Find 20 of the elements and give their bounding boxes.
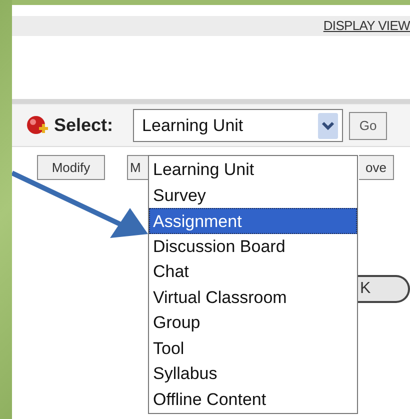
dropdown-option[interactable]: Tool bbox=[149, 336, 357, 361]
dropdown-caret-icon bbox=[318, 112, 338, 138]
select-label: Select: bbox=[54, 114, 114, 137]
dropdown-option[interactable]: Discussion Board bbox=[149, 234, 357, 259]
dropdown-option[interactable]: Survey bbox=[149, 182, 357, 208]
add-icon bbox=[26, 114, 50, 136]
go-button[interactable]: Go bbox=[349, 112, 388, 140]
modify-button[interactable]: Modify bbox=[37, 155, 105, 180]
dropdown-option[interactable]: Learning Unit bbox=[149, 157, 357, 182]
dropdown-option[interactable]: Offline Content bbox=[149, 386, 357, 412]
rounded-button[interactable]: K bbox=[358, 275, 410, 303]
dropdown-option[interactable]: Chat bbox=[149, 259, 357, 284]
type-select[interactable]: Learning Unit bbox=[133, 109, 344, 142]
dropdown-option[interactable]: Group bbox=[149, 310, 357, 336]
remove-button[interactable]: ove bbox=[359, 155, 394, 180]
dropdown-option[interactable]: Virtual Classroom bbox=[149, 284, 357, 310]
dropdown-option[interactable]: Assignment bbox=[149, 208, 357, 234]
display-view-link[interactable]: DISPLAY VIEW bbox=[323, 16, 410, 36]
toolbar-button[interactable]: M bbox=[127, 155, 149, 180]
dropdown-option[interactable]: Syllabus bbox=[149, 361, 357, 386]
